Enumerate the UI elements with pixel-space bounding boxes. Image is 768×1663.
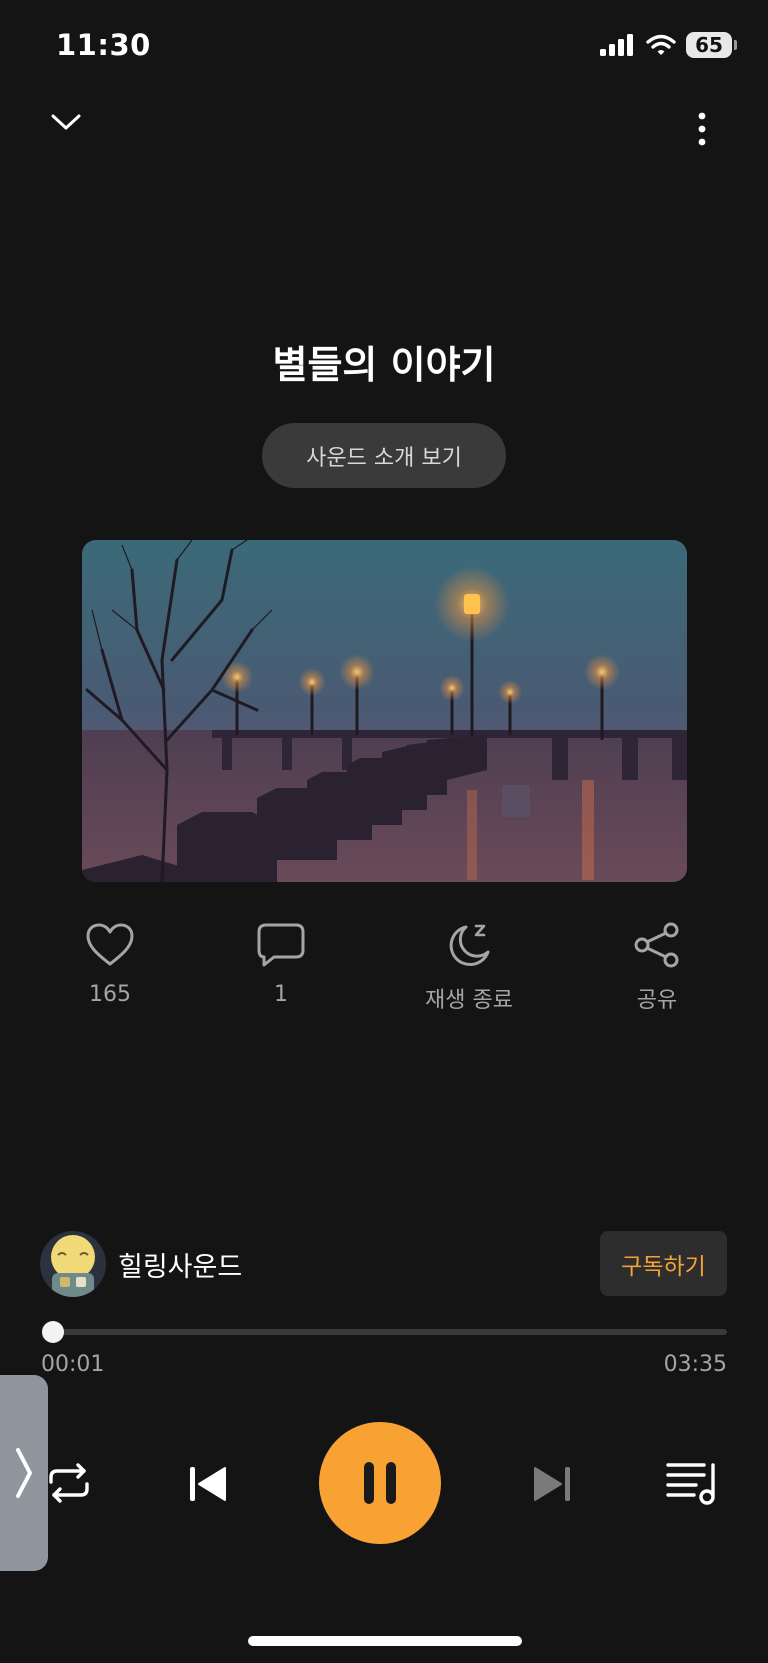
speech-bubble-icon	[257, 923, 305, 967]
subscribe-button[interactable]: 구독하기	[600, 1231, 727, 1296]
comment-count: 1	[274, 982, 288, 1007]
collapse-button[interactable]	[44, 112, 88, 132]
sleep-timer-label: 재생 종료	[425, 988, 513, 1013]
playlist-music-icon	[666, 1463, 715, 1505]
pause-icon	[364, 1462, 396, 1504]
current-time: 00:01	[41, 1352, 105, 1377]
like-count: 165	[89, 982, 131, 1007]
status-icons: 65	[600, 32, 737, 58]
share-label: 공유	[636, 988, 678, 1013]
channel-info[interactable]: 힐링사운드	[40, 1231, 242, 1297]
home-indicator[interactable]	[248, 1636, 522, 1646]
sleep-timer-button[interactable]: 재생 종료	[389, 922, 549, 1014]
track-artwork	[82, 540, 687, 882]
skip-next-icon	[534, 1467, 570, 1501]
pause-button[interactable]	[319, 1422, 441, 1544]
share-button[interactable]: 공유	[577, 922, 737, 1014]
status-time: 11:30	[56, 28, 151, 62]
channel-avatar[interactable]	[40, 1231, 106, 1297]
playlist-button[interactable]	[665, 1460, 721, 1506]
channel-name[interactable]: 힐링사운드	[118, 1245, 242, 1284]
view-sound-intro-button[interactable]: 사운드 소개 보기	[262, 423, 506, 488]
more-vertical-icon	[698, 112, 706, 146]
chevron-down-icon	[51, 114, 81, 130]
like-button[interactable]: 165	[30, 922, 190, 1007]
action-row: 165 1 재생 종료 공유	[0, 922, 768, 1032]
battery-indicator: 65	[686, 32, 737, 58]
repeat-button[interactable]	[45, 1461, 93, 1505]
next-button[interactable]	[530, 1462, 574, 1506]
moon-zzz-icon	[449, 924, 490, 966]
chevron-right-icon	[16, 1448, 32, 1498]
wifi-icon	[646, 34, 676, 55]
repeat-icon	[49, 1463, 89, 1503]
previous-button[interactable]	[186, 1462, 230, 1506]
heart-icon	[86, 923, 134, 966]
progress-bar[interactable]	[42, 1321, 727, 1343]
progress-thumb[interactable]	[42, 1321, 65, 1343]
total-time: 03:35	[663, 1352, 727, 1377]
cellular-signal-icon	[600, 34, 633, 56]
track-title: 별들의 이야기	[272, 343, 496, 387]
side-panel-handle[interactable]	[0, 1375, 48, 1571]
skip-previous-icon	[190, 1467, 226, 1501]
share-icon	[634, 922, 679, 968]
more-options-button[interactable]	[680, 112, 724, 146]
comment-button[interactable]: 1	[201, 922, 361, 1007]
